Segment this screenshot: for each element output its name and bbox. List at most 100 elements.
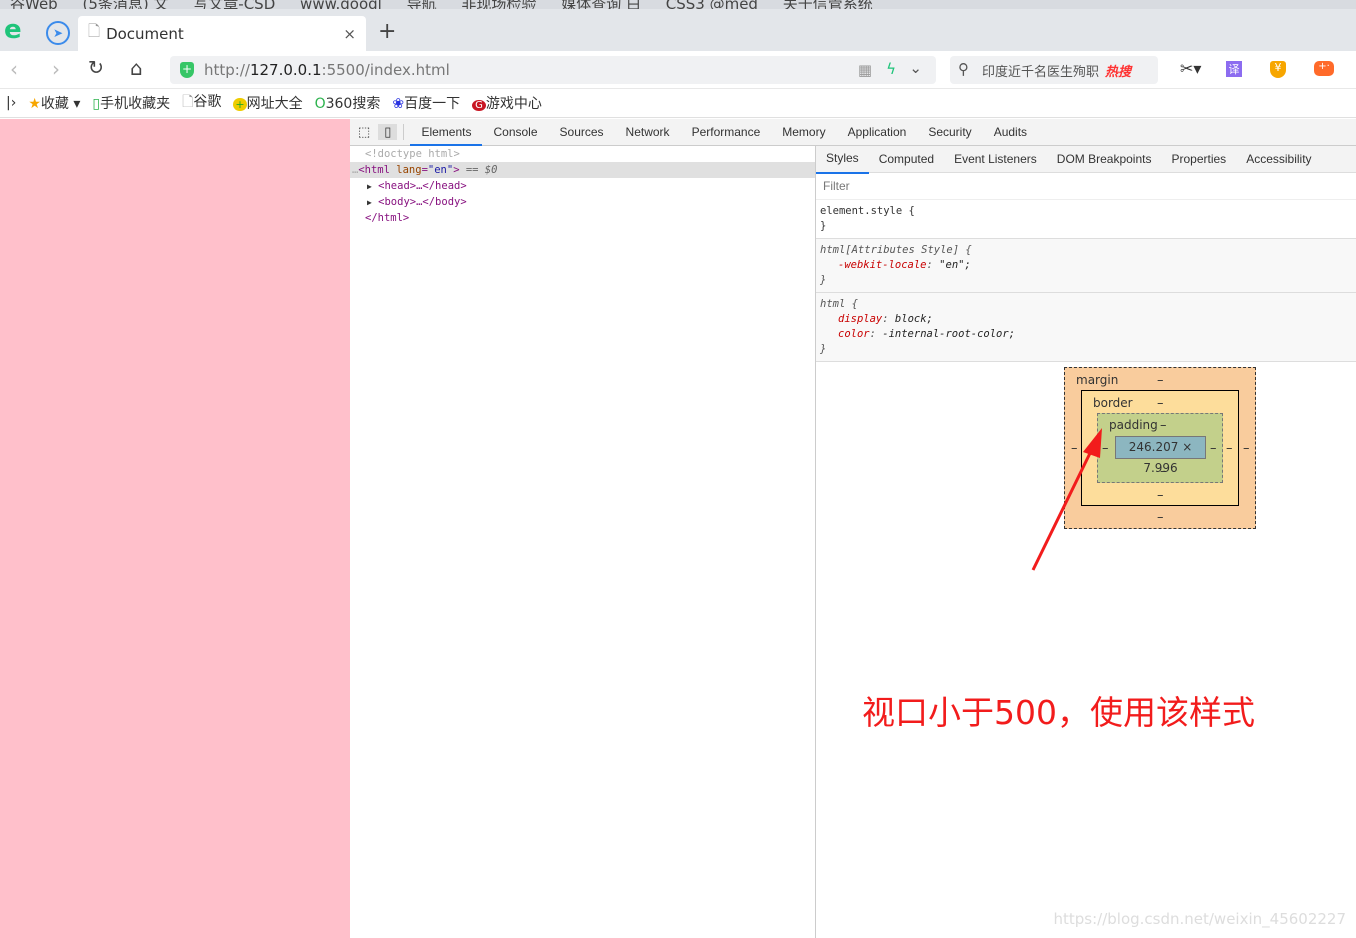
page-icon: 🗋 [88,22,101,40]
page-viewport [0,119,350,938]
tab-security[interactable]: Security [917,119,982,146]
tab-styles[interactable]: Styles [816,145,869,174]
box-model-border[interactable]: border – – – – padding – – – – 246.207 ×… [1081,390,1239,506]
rule-selector: html { [820,298,858,310]
page-icon: 🗋 [182,94,194,110]
doctype-node[interactable]: <!doctype html> [350,146,815,162]
tab[interactable]: 写文章-CSD [183,0,285,9]
scissors-icon[interactable]: ✂▾ [1180,59,1201,78]
reload-icon[interactable]: ↻ [88,57,104,79]
phone-icon: ▯ [92,96,101,112]
bookmark-label: 百度一下 [404,96,461,112]
search-icon: ⚲ [958,60,969,78]
margin-right: – [1243,441,1250,456]
tab-properties[interactable]: Properties [1161,146,1236,173]
tab-accessibility[interactable]: Accessibility [1236,146,1321,173]
tab[interactable]: 关于信管系统 [773,0,883,9]
tab-memory[interactable]: Memory [771,119,836,146]
background-tab-strip[interactable]: 谷Web (5条消息) 文 写文章-CSD www.googl 导航 非现场检验… [0,0,1356,9]
tab-application[interactable]: Application [837,119,918,146]
translate-icon[interactable]: 译 [1226,61,1242,77]
bookmark-games[interactable]: G 游戏中心 [472,93,542,113]
inspect-element-icon[interactable]: ⬚ [350,124,378,140]
back-icon[interactable]: ‹ [10,57,18,81]
tab-performance[interactable]: Performance [681,119,772,146]
new-tab-button[interactable]: + [378,19,396,44]
head-node[interactable]: ▶ <head>…</head> [350,178,815,194]
padding-top: – [1160,418,1167,433]
bookmark-hao[interactable]: + 网址大全 [233,93,303,113]
tab-network[interactable]: Network [615,119,681,146]
margin-bottom: – [1157,510,1164,525]
prop-name: display [838,313,883,325]
games-icon: G [472,100,486,111]
box-model-padding[interactable]: padding – – – – 246.207 × 7.996 [1097,413,1223,483]
styles-tabs: Styles Computed Event Listeners DOM Brea… [816,145,1356,174]
bookmark-label: 收藏 [40,96,69,112]
device-toolbar-icon[interactable]: ▯ [378,124,398,140]
box-model-margin[interactable]: margin – – – – border – – – – padding – … [1064,367,1256,529]
chevron-down-icon[interactable]: ⌄ [909,59,922,77]
html-close-node[interactable]: </html> [350,210,815,226]
tag: <body>…</body> [378,196,467,208]
sidebar-toggle-icon[interactable]: |› [6,95,16,111]
tab-event-listeners[interactable]: Event Listeners [944,146,1047,173]
bookmark-label: 游戏中心 [485,96,542,112]
wallet-shield-icon[interactable]: ¥ [1270,61,1286,78]
style-rule[interactable]: html[Attributes Style] { -webkit-locale:… [816,239,1356,293]
close-icon[interactable]: × [343,25,356,43]
dom-tree: <!doctype html> …<html lang="en"> == $0 … [350,146,816,938]
url-prefix: http:// [204,61,250,79]
filter-input[interactable]: Filter [816,173,1356,200]
tab-computed[interactable]: Computed [869,146,944,173]
bookmark-label: 谷歌 [193,94,222,110]
bookmark-google[interactable]: 🗋谷歌 [182,91,221,115]
body-node[interactable]: ▶ <body>…</body> [350,194,815,210]
tab[interactable]: CSS3 @med [656,0,768,9]
expand-triangle-icon[interactable]: ▶ [367,198,372,207]
tab-sources[interactable]: Sources [549,119,615,146]
game-icon[interactable]: +· [1314,61,1334,76]
box-model-content[interactable]: 246.207 × 7.996 [1115,436,1206,475]
padding-right: – [1210,441,1217,456]
watermark: https://blog.csdn.net/weixin_45602227 [1053,910,1346,928]
home-icon[interactable]: ⌂ [130,56,143,80]
bookmark-label: 手机收藏夹 [100,96,171,112]
navigation-bar: ‹ › ↻ ⌂ + http://127.0.0.1:5500/index.ht… [0,51,1356,89]
tab-dom-breakpoints[interactable]: DOM Breakpoints [1047,146,1162,173]
hao-icon: + [233,98,247,111]
tab[interactable]: 媒体查询 白 [551,0,651,9]
360-icon: O [314,96,326,112]
tab[interactable]: 导航 [397,0,447,9]
browser-logo-icon: e [4,15,22,45]
lightning-icon[interactable]: ϟ [886,60,896,78]
bookmark-baidu[interactable]: ❀百度一下 [392,93,460,113]
active-tab[interactable]: 🗋 Document × [78,16,366,51]
tab[interactable]: (5条消息) 文 [72,0,178,9]
url-host: 127.0.0.1 [249,61,322,79]
tab[interactable]: www.googl [290,0,392,9]
tab[interactable]: 非现场检验 [451,0,546,9]
style-rule[interactable]: element.style {} [816,200,1356,239]
style-rule[interactable]: html { display: block; color: -internal-… [816,293,1356,362]
bookmark-favorites[interactable]: ★收藏 ▾ [28,93,80,113]
expand-triangle-icon[interactable]: ▶ [367,182,372,191]
bookmark-360[interactable]: O360搜索 [315,93,381,113]
qr-icon[interactable]: ▦ [858,61,872,79]
navigate-icon[interactable]: ➤ [46,21,70,45]
border-label: border [1093,396,1133,410]
tab[interactable]: 谷Web [0,0,68,9]
star-icon: ★ [28,96,41,112]
tab-bar: e ➤ 🗋 Document × + [0,9,1356,51]
address-bar[interactable]: + http://127.0.0.1:5500/index.html ▦ ϟ ⌄ [170,56,936,84]
tab-audits[interactable]: Audits [983,119,1038,146]
tab-console[interactable]: Console [482,119,548,146]
html-node-selected[interactable]: …<html lang="en"> == $0 [350,162,815,178]
tab-elements[interactable]: Elements [410,119,483,146]
padding-label: padding [1109,418,1158,432]
bookmark-mobile[interactable]: ▯手机收藏夹 [92,93,170,113]
forward-icon[interactable]: › [52,57,60,81]
padding-left: – [1102,441,1109,456]
search-box[interactable]: ⚲ 印度近千名医生殉职 热搜 [950,56,1158,84]
divider [403,124,405,140]
